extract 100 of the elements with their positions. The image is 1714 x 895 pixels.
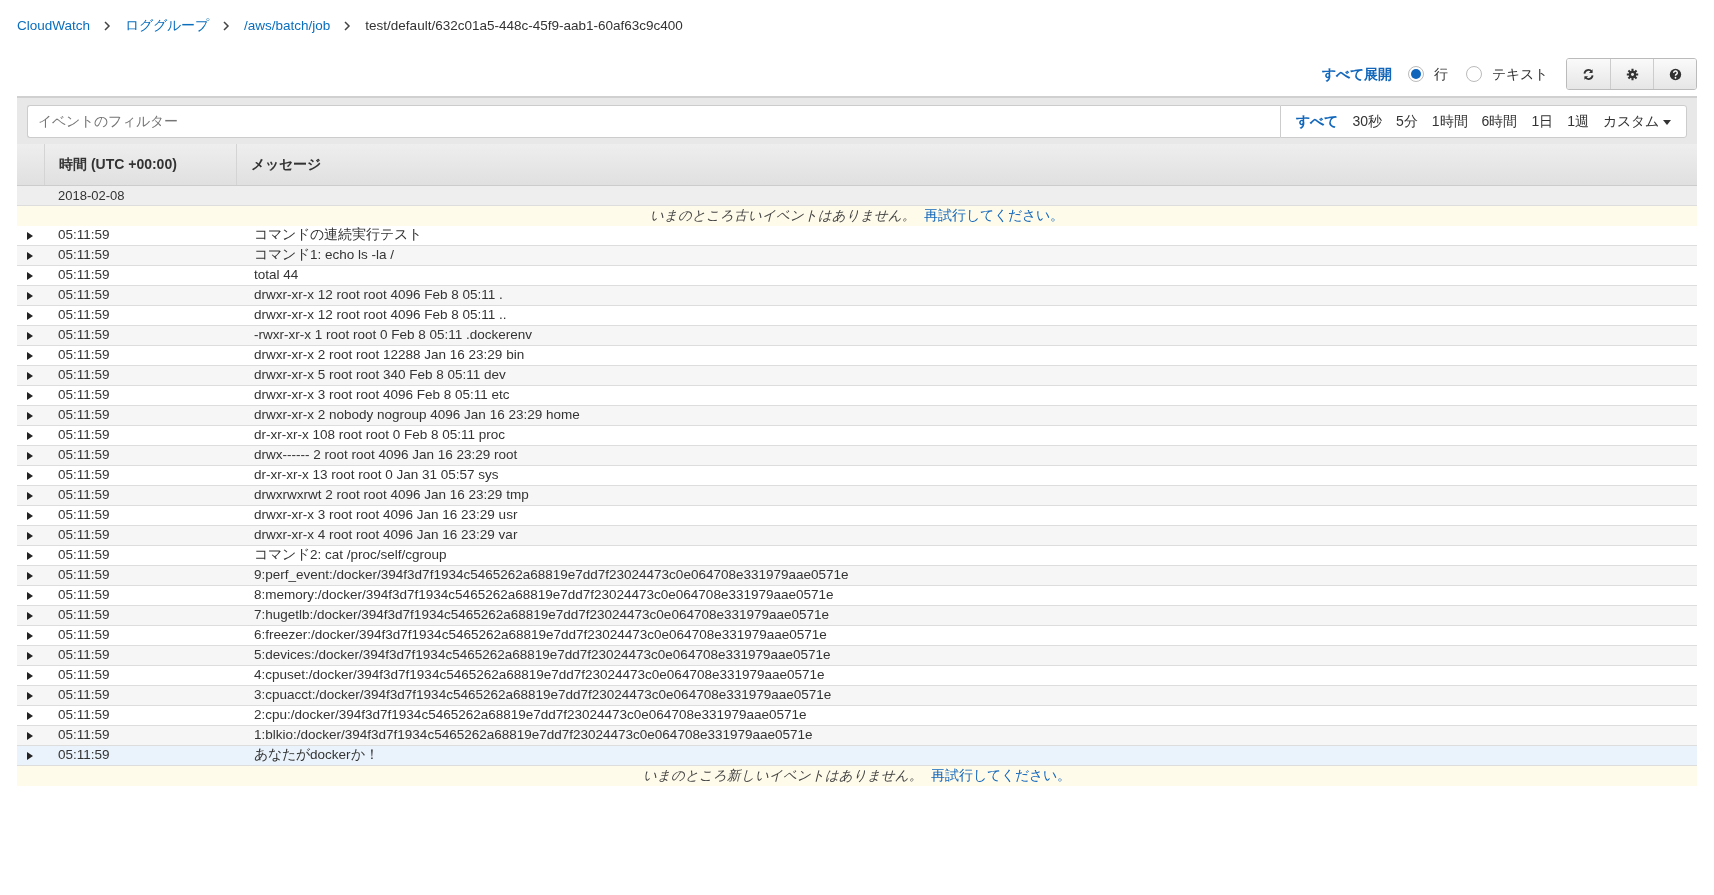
time-cell-text: 05:11:59 — [57, 286, 111, 305]
radio-button[interactable] — [1408, 66, 1424, 82]
settings-button[interactable] — [1610, 59, 1653, 89]
message-cell-text: コマンド2: cat /proc/self/cgroup — [253, 546, 448, 565]
message-cell-text: 7:hugetlb:/docker/394f3d7f1934c5465262a68819e7dd7f23024473c0e064708e331979aae0571e — [253, 606, 831, 625]
expand-triangle-icon[interactable] — [27, 291, 33, 300]
expand-triangle-icon[interactable] — [27, 371, 33, 380]
expand-triangle-icon[interactable] — [27, 651, 33, 660]
expand-triangle-icon[interactable] — [27, 631, 33, 640]
chevron-icon — [223, 21, 231, 31]
expand-triangle-icon[interactable] — [27, 731, 33, 740]
message-cell-text: あなたがdockerか！ — [253, 746, 380, 765]
log-row[interactable]: 05:11:59 あなたがdockerか！ — [17, 746, 1697, 766]
settings-icon — [1625, 67, 1639, 81]
expand-triangle-icon[interactable] — [27, 691, 33, 700]
expand-triangle-icon[interactable] — [27, 271, 33, 280]
message-cell-text: 8:memory:/docker/394f3d7f1934c5465262a68819e7dd7f23024473c0e064708e331979aae0571e — [253, 586, 835, 605]
time-cell-text: 05:11:59 — [57, 226, 111, 245]
time-range-link[interactable]: 5分 — [1389, 111, 1425, 132]
expand-triangle-icon[interactable] — [27, 231, 33, 240]
log-row[interactable]: 05:11:59 1:blkio:/docker/394f3d7f1934c5465262a68819e7dd7f23024473c0e064708e331979aae0571e — [17, 726, 1697, 746]
caret-icon — [1663, 119, 1671, 125]
expand-triangle-icon[interactable] — [27, 311, 33, 320]
log-row[interactable]: 05:11:59 9:perf_event:/docker/394f3d7f1934c5465262a68819e7dd7f23024473c0e064708e331979aae0571e — [17, 566, 1697, 586]
breadcrumb-link[interactable]: CloudWatch — [17, 15, 91, 37]
log-row[interactable]: 05:11:59 drwx------ 2 root root 4096 Jan 16 23:29 root — [17, 446, 1697, 466]
time-range-link[interactable]: すべて — [1289, 111, 1346, 132]
log-row[interactable]: 05:11:59 drwxrwxrwt 2 root root 4096 Jan 16 23:29 tmp — [17, 486, 1697, 506]
time-cell-text: 05:11:59 — [57, 606, 111, 625]
time-cell-text: 05:11:59 — [57, 446, 111, 465]
message-cell-text: 3:cpuacct:/docker/394f3d7f1934c5465262a68819e7dd7f23024473c0e064708e331979aae0571e — [253, 686, 833, 705]
time-range-link[interactable]: 1週 — [1560, 111, 1596, 132]
help-button[interactable] — [1653, 59, 1696, 89]
expand-triangle-icon[interactable] — [27, 431, 33, 440]
message-cell-text: 9:perf_event:/docker/394f3d7f1934c5465262a68819e7dd7f23024473c0e064708e331979aae0571e — [253, 566, 850, 585]
expand-triangle-icon[interactable] — [27, 251, 33, 260]
help-icon — [1668, 67, 1682, 81]
breadcrumb-link[interactable]: ロググループ — [125, 15, 210, 37]
log-row[interactable]: 05:11:59 drwxr-xr-x 5 root root 340 Feb 8 05:11 dev — [17, 366, 1697, 386]
expand-triangle-icon[interactable] — [27, 711, 33, 720]
expand-triangle-icon[interactable] — [27, 531, 33, 540]
time-cell-text: 05:11:59 — [57, 526, 111, 545]
time-range-link[interactable]: 1日 — [1524, 111, 1561, 132]
time-cell-text: 05:11:59 — [57, 326, 111, 345]
breadcrumb-link[interactable]: /aws/batch/job — [244, 15, 331, 37]
expand-triangle-icon[interactable] — [27, 551, 33, 560]
expand-triangle-icon[interactable] — [27, 411, 33, 420]
expand-triangle-icon[interactable] — [27, 591, 33, 600]
retry-link[interactable]: 再試行してください。 — [931, 765, 1071, 787]
date-label: 2018-02-08 — [57, 186, 126, 205]
time-cell-text: 05:11:59 — [57, 246, 111, 265]
radio-label: 行 — [1434, 64, 1448, 84]
expand-triangle-icon[interactable] — [27, 491, 33, 500]
message-cell-text: drwxr-xr-x 2 root root 12288 Jan 16 23:29 bin — [253, 346, 526, 365]
time-cell-text: 05:11:59 — [57, 726, 111, 745]
log-row[interactable]: 05:11:59 5:devices:/docker/394f3d7f1934c5465262a68819e7dd7f23024473c0e064708e331979aae0571e — [17, 646, 1697, 666]
log-row[interactable]: 05:11:59 drwxr-xr-x 2 nobody nogroup 4096 Jan 16 23:29 home — [17, 406, 1697, 426]
log-row[interactable]: 05:11:59 drwxr-xr-x 12 root root 4096 Feb 8 05:11 . — [17, 286, 1697, 306]
time-cell-text: 05:11:59 — [57, 666, 111, 685]
expand-triangle-icon[interactable] — [27, 471, 33, 480]
message-cell-text: drwx------ 2 root root 4096 Jan 16 23:29 root — [253, 446, 519, 465]
time-range-link[interactable]: 1時間 — [1424, 111, 1475, 132]
message-cell-text: 5:devices:/docker/394f3d7f1934c5465262a68819e7dd7f23024473c0e064708e331979aae0571e — [253, 646, 832, 665]
time-range-link[interactable]: 30秒 — [1345, 111, 1389, 132]
filter-input[interactable]: イベントのフィルター — [27, 105, 1281, 138]
expand-triangle-icon[interactable] — [27, 391, 33, 400]
message-cell-text: drwxr-xr-x 3 root root 4096 Jan 16 23:29 usr — [253, 506, 519, 525]
expand-triangle-icon[interactable] — [27, 751, 33, 760]
radio-button[interactable] — [1466, 66, 1482, 82]
log-row[interactable]: 05:11:59 3:cpuacct:/docker/394f3d7f1934c5465262a68819e7dd7f23024473c0e064708e331979aae0571e — [17, 686, 1697, 706]
log-row[interactable]: 05:11:59 コマンド1: echo ls -la / — [17, 246, 1697, 266]
time-range-link[interactable]: カスタム — [1596, 111, 1678, 132]
log-row[interactable]: 05:11:59 drwxr-xr-x 4 root root 4096 Jan 16 23:29 var — [17, 526, 1697, 546]
expand-all-link[interactable]: すべて展開 — [1322, 63, 1392, 85]
log-row[interactable]: 05:11:59 -rwxr-xr-x 1 root root 0 Feb 8 05:11 .dockerenv — [17, 326, 1697, 346]
refresh-button[interactable] — [1567, 59, 1610, 89]
message-cell-text: dr-xr-xr-x 13 root root 0 Jan 31 05:57 sys — [253, 466, 500, 485]
message-cell-text: drwxr-xr-x 5 root root 340 Feb 8 05:11 dev — [253, 366, 507, 385]
time-cell-text: 05:11:59 — [57, 486, 111, 505]
time-cell-text: 05:11:59 — [57, 386, 111, 405]
time-range-link[interactable]: 6時間 — [1474, 111, 1525, 132]
expand-triangle-icon[interactable] — [27, 511, 33, 520]
log-row[interactable]: 05:11:59 7:hugetlb:/docker/394f3d7f1934c5465262a68819e7dd7f23024473c0e064708e331979aae0571e — [17, 606, 1697, 626]
message-cell-text: -rwxr-xr-x 1 root root 0 Feb 8 05:11 .dockerenv — [253, 326, 534, 345]
expand-triangle-icon[interactable] — [27, 351, 33, 360]
notice-text: いまのところ新しいイベントはありません。 — [643, 766, 923, 785]
refresh-icon — [1582, 67, 1595, 81]
expand-triangle-icon[interactable] — [27, 671, 33, 680]
time-cell-text: 05:11:59 — [57, 406, 111, 425]
retry-link[interactable]: 再試行してください。 — [924, 205, 1064, 227]
message-cell-text: 1:blkio:/docker/394f3d7f1934c5465262a68819e7dd7f23024473c0e064708e331979aae0571e — [253, 726, 814, 745]
time-cell-text: 05:11:59 — [57, 306, 111, 325]
expand-triangle-icon[interactable] — [27, 611, 33, 620]
expand-triangle-icon[interactable] — [27, 331, 33, 340]
expand-triangle-icon[interactable] — [27, 451, 33, 460]
message-cell-text: drwxrwxrwt 2 root root 4096 Jan 16 23:29 tmp — [253, 486, 530, 505]
column-header: メッセージ — [236, 144, 1697, 185]
expand-triangle-icon[interactable] — [27, 571, 33, 580]
message-cell-text: コマンド1: echo ls -la / — [253, 246, 396, 265]
time-cell-text: 05:11:59 — [57, 686, 111, 705]
